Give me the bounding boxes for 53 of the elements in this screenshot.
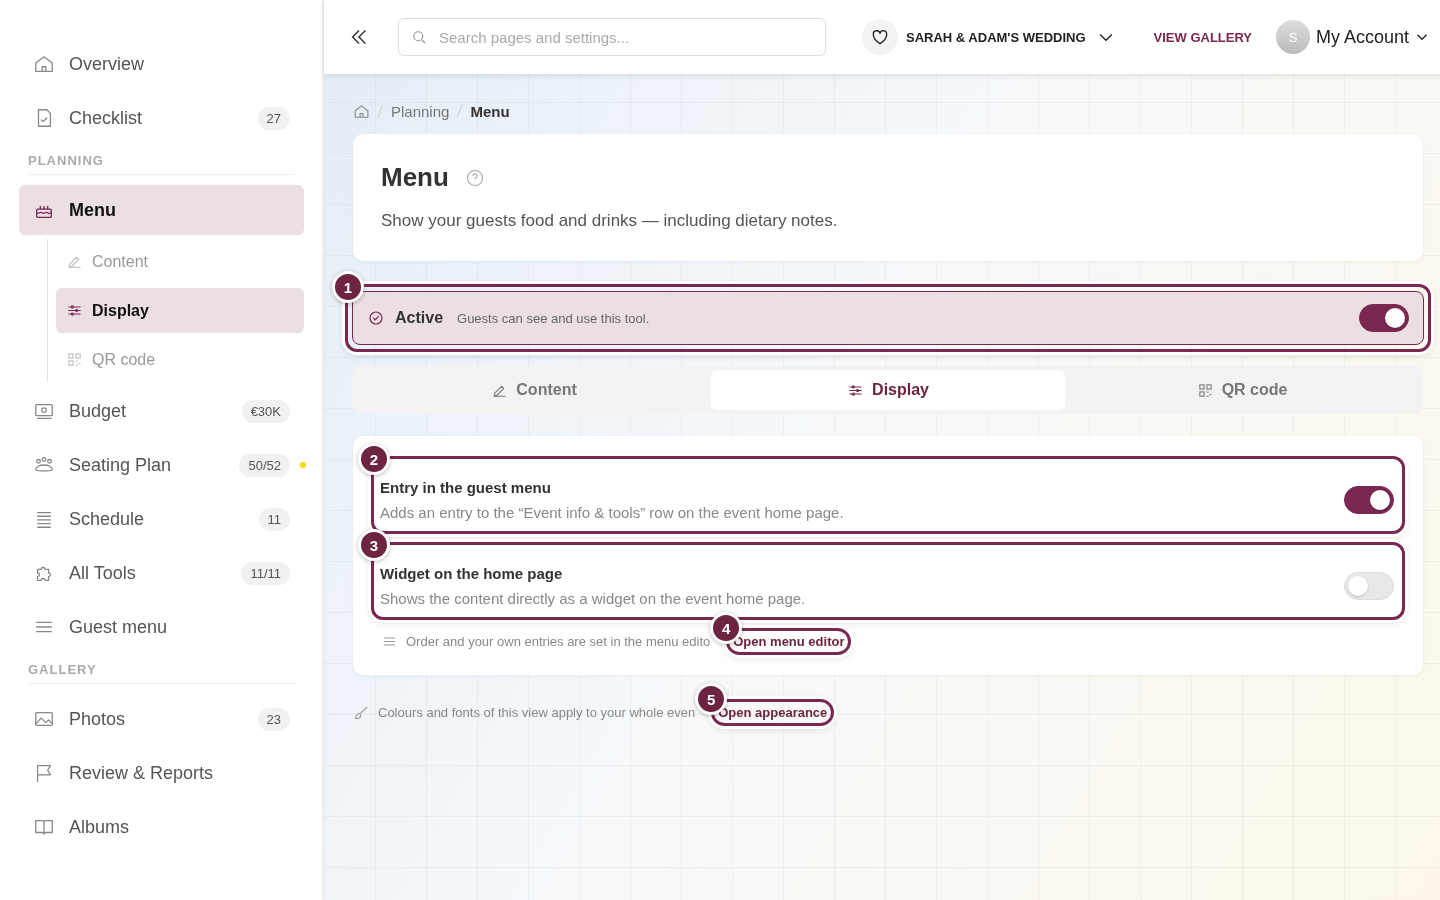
tab[interactable]: Display	[711, 370, 1066, 410]
sidebar-subitem[interactable]: Display	[56, 288, 304, 333]
sidebar-item[interactable]: Checklist 27	[19, 93, 304, 143]
sidebar-item[interactable]: Schedule 11	[19, 494, 304, 544]
sidebar-item[interactable]: Albums	[19, 802, 304, 852]
sidebar-item[interactable]: All Tools 11/11	[19, 548, 304, 598]
section-heading: PLANNING	[28, 153, 295, 175]
setting-title: Widget on the home page	[380, 565, 564, 582]
qr-code-icon	[1196, 381, 1214, 399]
brush-icon	[353, 704, 370, 721]
breadcrumb-link[interactable]: Planning	[391, 102, 450, 120]
search-icon	[410, 28, 428, 46]
event-selector[interactable]: SARAH & ADAM'S WEDDING	[906, 27, 1116, 47]
sidebar-item[interactable]: Photos 23	[19, 694, 304, 744]
tab[interactable]: QR code	[1065, 370, 1420, 410]
sliders-icon	[66, 302, 83, 319]
home-icon	[33, 53, 55, 75]
status-label: Active	[395, 309, 444, 327]
sidebar-item[interactable]: Seating Plan 50/52	[19, 440, 304, 490]
note-text: Order and your own entries are set in the menu edito	[406, 634, 711, 649]
note-text: Colours and fonts of this view apply to your whole even	[378, 705, 696, 720]
toggle-switch[interactable]	[1344, 486, 1395, 514]
account-menu[interactable]: My Account	[1316, 26, 1432, 48]
check-circle-icon	[367, 309, 385, 327]
page-title: Menu	[381, 162, 449, 193]
toggle-switch[interactable]	[1359, 304, 1410, 332]
step-number: 1	[332, 271, 364, 303]
sidebar-item[interactable]: Review & Reports	[19, 748, 304, 798]
status-description: Guests can see and use this tool.	[457, 310, 651, 326]
tab[interactable]: Content	[357, 370, 712, 410]
count-pill: 11/11	[241, 561, 290, 585]
sidebar-item[interactable]: Guest menu	[19, 602, 304, 652]
page-subtitle: Show your guests food and drinks — including dietary notes.	[381, 211, 839, 231]
setting-title: Entry in the guest menu	[380, 479, 552, 496]
breadcrumb-link[interactable]: Menu	[470, 102, 510, 120]
sidebar-item[interactable]: Overview	[19, 39, 304, 89]
pencil-icon	[66, 253, 83, 270]
count-pill: 11	[258, 507, 290, 531]
count-pill: 27	[257, 106, 290, 130]
view-gallery-link[interactable]: VIEW GALLERY	[1153, 29, 1253, 45]
search-field[interactable]: Search pages and settings...	[398, 18, 826, 56]
home-icon[interactable]	[353, 102, 370, 120]
qr-code-icon	[66, 351, 83, 368]
count-pill: €30K	[241, 399, 290, 423]
setting-description: Shows the content directly as a widget on the event home page.	[380, 590, 807, 607]
step-number: 3	[358, 529, 390, 561]
sidebar-item[interactable]: Menu	[19, 185, 304, 235]
step-number: 2	[358, 443, 390, 475]
section-heading: GALLERY	[28, 662, 295, 684]
count-pill: 50/52	[239, 453, 290, 477]
count-pill: 23	[257, 707, 290, 731]
sidebar-item[interactable]: Budget €30K	[19, 386, 304, 436]
setting-description: Adds an entry to the “Event info & tools” row on the event home page.	[380, 504, 845, 521]
